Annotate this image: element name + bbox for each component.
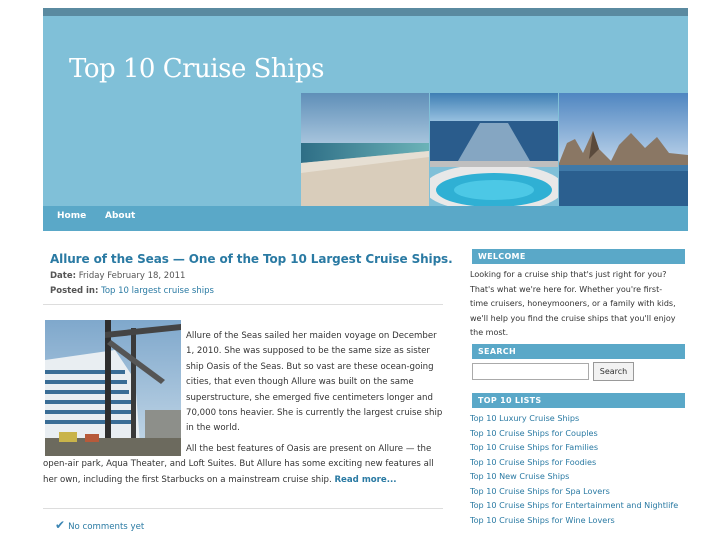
search-button[interactable]: Search [593, 362, 634, 381]
post-text-line: 70,000 tons heavier. She is currently th… [186, 408, 443, 419]
post-text-line-content: her own, including the first Starbucks o… [43, 474, 332, 485]
welcome-line: time cruisers, honeymooners, or a family… [470, 299, 676, 308]
post-paragraph-2: All the best features of Oasis are prese… [43, 442, 443, 488]
post-divider [43, 304, 443, 305]
header-photo-rocks [559, 93, 688, 206]
welcome-line: Looking for a cruise ship that's just ri… [470, 270, 667, 279]
search-input[interactable] [472, 363, 589, 380]
list-link-foodies[interactable]: Top 10 Cruise Ships for Foodies [470, 455, 685, 470]
post-text-line: 1, 2010. She was supposed to be the same… [186, 346, 430, 357]
post-text-line: superstructure, she emerged five centime… [186, 392, 433, 403]
top-bar [43, 8, 688, 16]
welcome-line: That's what we're here for. Whether you'… [470, 284, 663, 294]
header-photo-pool [430, 93, 558, 206]
post-body: Allure of the Seas sailed her maiden voy… [43, 329, 443, 488]
post-title[interactable]: Allure of the Seas — One of the Top 10 L… [50, 252, 453, 266]
post-date-value: Friday February 18, 2011 [78, 271, 186, 281]
nav-home[interactable]: Home [57, 206, 86, 231]
welcome-line: the most. [470, 328, 509, 337]
header-photo-beach [301, 93, 429, 206]
list-link-entertainment[interactable]: Top 10 Cruise Ships for Entertainment an… [470, 498, 685, 513]
main-nav: Home About [43, 206, 688, 231]
post-category-link[interactable]: Top 10 largest cruise ships [101, 286, 214, 296]
read-more-link[interactable]: Read more... [334, 475, 396, 485]
post-footer-divider [43, 508, 443, 509]
list-link-couples[interactable]: Top 10 Cruise Ships for Couples [470, 426, 685, 441]
list-link-wine[interactable]: Top 10 Cruise Ships for Wine Lovers [470, 513, 685, 528]
site-header: Top 10 Cruise Ships [43, 16, 688, 206]
list-link-families[interactable]: Top 10 Cruise Ships for Families [470, 440, 685, 455]
nav-about[interactable]: About [105, 206, 135, 231]
welcome-line: we'll help you find the cruise ships tha… [470, 313, 676, 323]
site-title[interactable]: Top 10 Cruise Ships [69, 54, 324, 84]
post-date: Date: Friday February 18, 2011 [50, 271, 185, 281]
post-paragraph-1: Allure of the Seas sailed her maiden voy… [43, 329, 443, 437]
post-text-line: open-air park, Aqua Theater, and Loft Su… [43, 459, 434, 470]
post-text-line: Allure of the Seas sailed her maiden voy… [186, 331, 437, 341]
top-lists: Top 10 Luxury Cruise Ships Top 10 Cruise… [470, 411, 685, 527]
list-link-new-ships[interactable]: Top 10 New Cruise Ships [470, 469, 685, 484]
post-text-line: in the world. [186, 423, 240, 434]
list-link-luxury[interactable]: Top 10 Luxury Cruise Ships [470, 411, 685, 426]
top-lists-widget-title: TOP 10 LISTS [472, 393, 685, 408]
comments-label: No comments yet [68, 522, 145, 532]
list-link-spa[interactable]: Top 10 Cruise Ships for Spa Lovers [470, 484, 685, 499]
search-widget-title: SEARCH [472, 344, 685, 359]
post-text-line: ship Oasis of the Seas. But so vast are … [186, 361, 434, 372]
post-date-label: Date: [50, 271, 77, 281]
checkmark-icon: ✔ [55, 518, 66, 532]
post-text-line: cities, that even though Allure was buil… [186, 377, 414, 388]
post-category: Posted in: Top 10 largest cruise ships [50, 286, 214, 296]
welcome-text: Looking for a cruise ship that's just ri… [470, 268, 685, 341]
page: Top 10 Cruise Ships Home About Allure of… [43, 0, 688, 545]
post-text-line: All the best features of Oasis are prese… [186, 443, 432, 454]
comments-link[interactable]: ✔ No comments yet [55, 518, 144, 532]
welcome-widget-title: WELCOME [472, 249, 685, 264]
post-text-line: her own, including the first Starbucks o… [43, 473, 443, 488]
post-category-label: Posted in: [50, 286, 99, 296]
